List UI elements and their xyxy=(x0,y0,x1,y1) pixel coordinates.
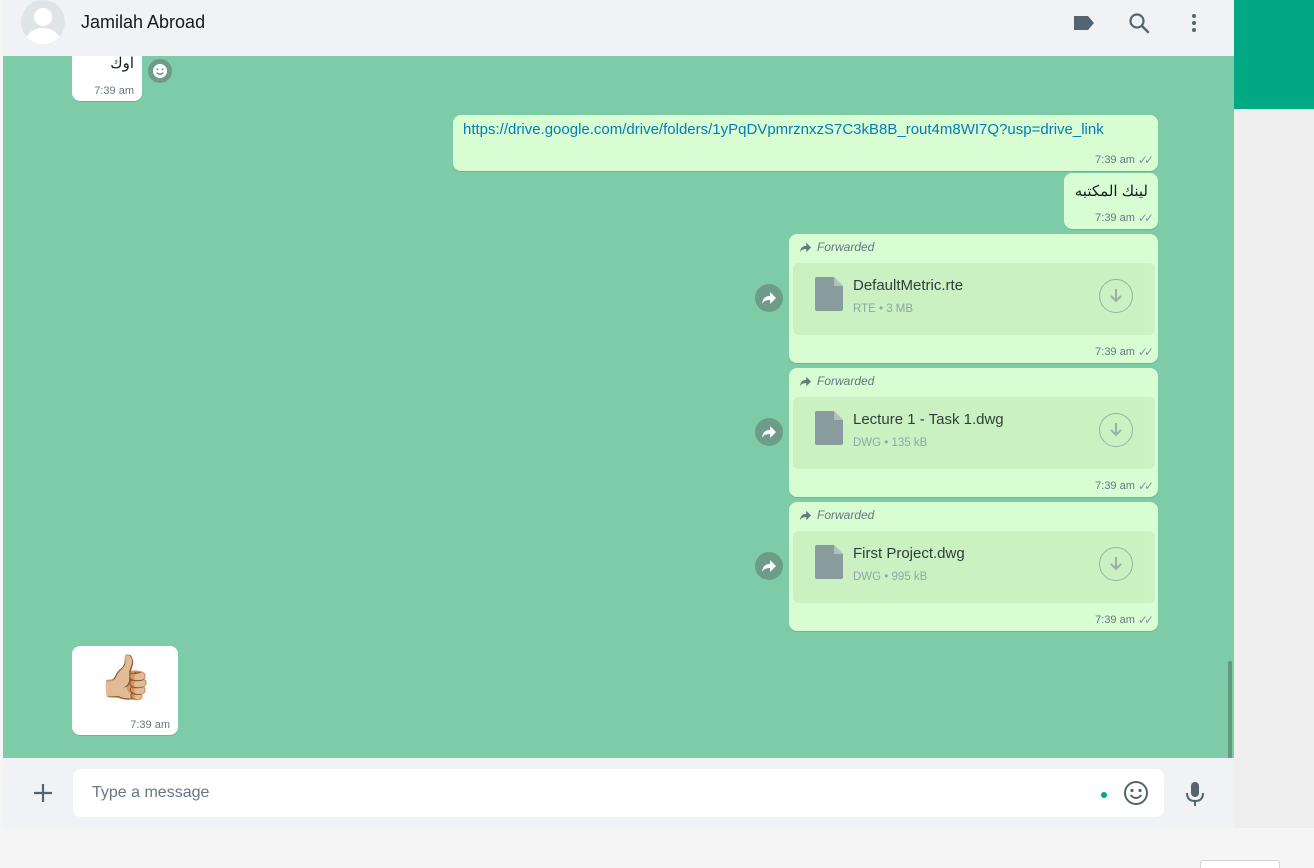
file-name: Lecture 1 - Task 1.dwg xyxy=(853,411,1004,428)
avatar-body xyxy=(26,28,60,44)
chat-window: Jamilah Abroad اوك 7:39 am https://drive… xyxy=(3,0,1234,828)
mic-icon[interactable] xyxy=(1184,780,1206,808)
document-icon xyxy=(815,277,843,311)
time-text: 7:39 am xyxy=(130,719,170,731)
message-text: لينك المكتبه xyxy=(1074,183,1148,200)
double-check-icon: ✓✓ xyxy=(1137,479,1154,493)
message-text: اوك xyxy=(110,56,134,72)
double-check-icon: ✓✓ xyxy=(1137,211,1154,225)
file-meta: DWG • 995 kB xyxy=(853,571,928,583)
time-text: 7:39 am xyxy=(1095,212,1135,224)
forward-icon xyxy=(800,510,811,520)
search-icon[interactable] xyxy=(1126,10,1152,36)
label-icon[interactable] xyxy=(1071,10,1097,36)
file-meta: DWG • 135 kB xyxy=(853,437,928,449)
file-name: First Project.dwg xyxy=(853,545,965,562)
message-time: 7:39 am ✓✓ xyxy=(1095,613,1154,627)
message-file[interactable]: Forwarded Lecture 1 - Task 1.dwg DWG • 1… xyxy=(789,368,1158,497)
file-size: 3 MB xyxy=(886,303,914,315)
forward-icon xyxy=(800,376,811,386)
message-time: 7:39 am xyxy=(94,85,134,97)
message-incoming-emoji[interactable]: 👍🏼 7:39 am xyxy=(72,646,178,735)
time-text: 7:39 am xyxy=(1095,346,1135,358)
chat-header: Jamilah Abroad xyxy=(3,0,1234,57)
file-type: DWG xyxy=(853,571,882,583)
download-button[interactable] xyxy=(1099,547,1133,581)
forward-icon xyxy=(800,242,811,252)
forwarded-label: Forwarded xyxy=(799,240,874,254)
avatar[interactable] xyxy=(21,0,65,44)
time-text: 7:39 am xyxy=(1095,614,1135,626)
message-time: 7:39 am ✓✓ xyxy=(1095,211,1154,225)
forwarded-label: Forwarded xyxy=(799,508,874,522)
menu-dots-icon[interactable] xyxy=(1181,10,1207,36)
double-check-icon: ✓✓ xyxy=(1137,345,1154,359)
file-type: DWG xyxy=(853,437,882,449)
status-dot xyxy=(1101,792,1107,798)
document-attachment[interactable]: Lecture 1 - Task 1.dwg DWG • 135 kB xyxy=(793,397,1155,469)
forwarded-text: Forwarded xyxy=(817,508,875,522)
document-icon xyxy=(815,545,843,579)
message-time: 7:39 am ✓✓ xyxy=(1095,345,1154,359)
file-size: 135 kB xyxy=(891,437,928,449)
download-button[interactable] xyxy=(1099,279,1133,313)
message-time: 7:39 am ✓✓ xyxy=(1095,153,1154,167)
contact-name[interactable]: Jamilah Abroad xyxy=(81,12,205,33)
download-icon xyxy=(1110,289,1122,303)
emoji-icon[interactable] xyxy=(1123,780,1149,806)
forwarded-text: Forwarded xyxy=(817,374,875,388)
time-text: 7:39 am xyxy=(94,85,134,97)
document-icon xyxy=(815,411,843,445)
plus-icon[interactable] xyxy=(30,780,56,806)
composer xyxy=(3,758,1234,828)
accent-bar xyxy=(1234,0,1314,109)
scrollbar[interactable] xyxy=(1228,661,1232,758)
message-list[interactable]: اوك 7:39 am https://drive.google.com/dri… xyxy=(3,56,1234,758)
message-file[interactable]: Forwarded DefaultMetric.rte RTE • 3 MB 7… xyxy=(789,234,1158,363)
side-panel-strip xyxy=(1234,0,1314,828)
double-check-icon: ✓✓ xyxy=(1137,153,1154,167)
download-icon xyxy=(1110,423,1122,437)
forwarded-label: Forwarded xyxy=(799,374,874,388)
message-incoming-text[interactable]: اوك 7:39 am xyxy=(72,56,142,101)
file-meta: RTE • 3 MB xyxy=(853,303,914,315)
file-size: 995 kB xyxy=(891,571,928,583)
document-attachment[interactable]: First Project.dwg DWG • 995 kB xyxy=(793,531,1155,603)
message-outgoing-link[interactable]: https://drive.google.com/drive/folders/1… xyxy=(453,115,1158,171)
double-check-icon: ✓✓ xyxy=(1137,613,1154,627)
file-type: RTE xyxy=(853,303,876,315)
message-file[interactable]: Forwarded First Project.dwg DWG • 995 kB… xyxy=(789,502,1158,631)
drive-link[interactable]: https://drive.google.com/drive/folders/1… xyxy=(463,121,1104,138)
download-button[interactable] xyxy=(1099,413,1133,447)
file-name: DefaultMetric.rte xyxy=(853,277,964,294)
message-input[interactable] xyxy=(73,769,1164,817)
message-time: 7:39 am xyxy=(130,719,170,731)
forward-button[interactable] xyxy=(755,418,783,446)
forward-button[interactable] xyxy=(755,284,783,312)
document-attachment[interactable]: DefaultMetric.rte RTE • 3 MB xyxy=(793,263,1155,335)
avatar-head xyxy=(34,8,52,26)
forward-button[interactable] xyxy=(755,552,783,580)
forwarded-text: Forwarded xyxy=(817,240,875,254)
time-text: 7:39 am xyxy=(1095,480,1135,492)
download-icon xyxy=(1110,557,1122,571)
message-outgoing-text[interactable]: لينك المكتبه 7:39 am ✓✓ xyxy=(1064,173,1158,229)
time-text: 7:39 am xyxy=(1095,154,1135,166)
thumbs-up-emoji: 👍🏼 xyxy=(98,653,153,702)
message-time: 7:39 am ✓✓ xyxy=(1095,479,1154,493)
emoji-reaction-icon[interactable] xyxy=(148,59,172,83)
